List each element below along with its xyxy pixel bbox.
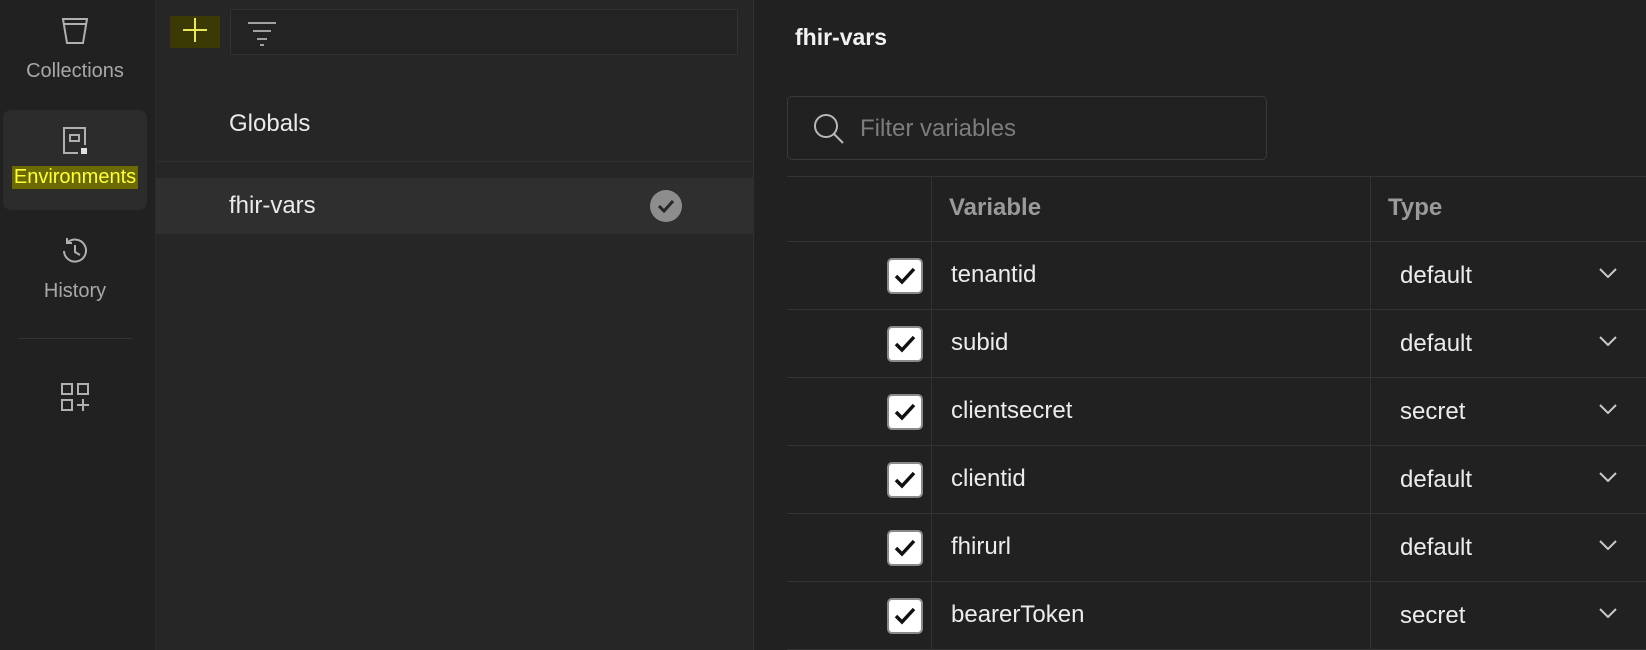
rail-item-label: Environments (11, 166, 139, 189)
rail-item-environments[interactable]: Environments (3, 110, 147, 210)
chevron-down-icon[interactable] (1599, 606, 1617, 624)
table-header: Variable Type (787, 176, 1646, 242)
rail-item-label: Collections (26, 60, 124, 82)
sort-filter-icon (247, 19, 277, 52)
variable-enabled-checkbox[interactable] (887, 598, 923, 634)
variable-type-select[interactable]: default (1400, 262, 1472, 290)
variable-type-select[interactable]: default (1400, 330, 1472, 358)
variable-name[interactable]: clientid (951, 465, 1026, 493)
variable-name[interactable]: clientsecret (951, 397, 1072, 425)
search-input[interactable] (860, 109, 1250, 149)
variable-enabled-checkbox[interactable] (887, 462, 923, 498)
plus-icon (182, 17, 208, 48)
environment-title: fhir-vars (795, 24, 888, 50)
chevron-down-icon[interactable] (1599, 538, 1617, 556)
variable-name[interactable]: bearerToken (951, 601, 1084, 629)
environment-name: fhir-vars (229, 192, 316, 219)
table-row: tenantid default (787, 242, 1646, 310)
environments-toolbar (156, 0, 754, 60)
variable-type-select[interactable]: secret (1400, 602, 1465, 630)
environments-list-panel: Globals fhir-vars (156, 0, 754, 650)
rail-item-history[interactable]: History (3, 234, 147, 314)
environment-item-fhir-vars[interactable]: fhir-vars (156, 178, 754, 234)
app-window: Collections Environments History Globals… (0, 0, 1646, 650)
variable-type-select[interactable]: default (1400, 466, 1472, 494)
chevron-down-icon[interactable] (1599, 334, 1617, 352)
table-row: bearerToken secret (787, 582, 1646, 650)
environment-filter-input[interactable] (230, 9, 738, 55)
active-environment-check-icon[interactable] (650, 190, 682, 222)
variable-search[interactable] (787, 96, 1267, 160)
column-header-type[interactable]: Type (1388, 194, 1442, 222)
apps-add-icon (58, 380, 92, 414)
trash-bin-icon (58, 14, 92, 48)
column-header-variable[interactable]: Variable (949, 194, 1041, 222)
variable-name[interactable]: subid (951, 329, 1008, 357)
table-row: fhirurl default (787, 514, 1646, 582)
variable-type-select[interactable]: default (1400, 534, 1472, 562)
variable-enabled-checkbox[interactable] (887, 326, 923, 362)
rail-divider (18, 338, 132, 339)
rail-item-collections[interactable]: Collections (3, 14, 147, 94)
variable-name[interactable]: fhirurl (951, 533, 1011, 561)
variable-name[interactable]: tenantid (951, 261, 1036, 289)
rail-item-add-apps[interactable] (3, 380, 147, 420)
add-environment-button[interactable] (170, 16, 220, 48)
variable-enabled-checkbox[interactable] (887, 394, 923, 430)
table-row: subid default (787, 310, 1646, 378)
chevron-down-icon[interactable] (1599, 266, 1617, 284)
table-row: clientid default (787, 446, 1646, 514)
rail-item-label: History (43, 280, 107, 302)
variable-enabled-checkbox[interactable] (887, 530, 923, 566)
history-icon (58, 234, 92, 268)
table-row: clientsecret secret (787, 378, 1646, 446)
left-rail: Collections Environments History (0, 0, 156, 650)
variable-type-select[interactable]: secret (1400, 398, 1465, 426)
search-icon (812, 112, 846, 151)
chevron-down-icon[interactable] (1599, 470, 1617, 488)
environment-item-globals[interactable]: Globals (156, 86, 754, 162)
environment-detail-panel: fhir-vars Variable Type tenantiddefaults… (754, 0, 1646, 650)
variable-enabled-checkbox[interactable] (887, 258, 923, 294)
chevron-down-icon[interactable] (1599, 402, 1617, 420)
environment-icon (58, 124, 92, 158)
environment-name: Globals (229, 109, 311, 137)
